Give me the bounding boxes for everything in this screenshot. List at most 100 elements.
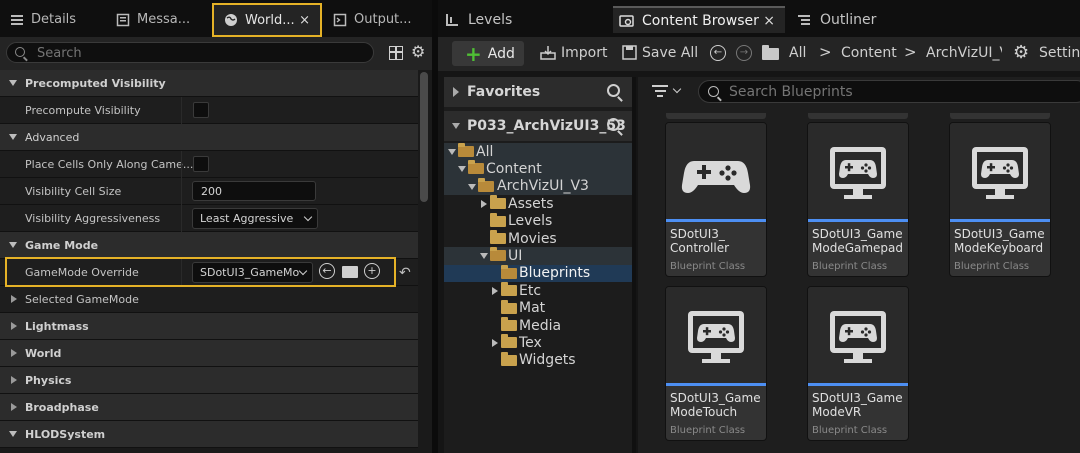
forward-icon[interactable]: →	[736, 45, 752, 61]
place-cells-checkbox[interactable]	[193, 156, 209, 172]
monitor-gamepad-icon	[688, 311, 744, 363]
project-label: P033_ArchVizUI3_53	[467, 118, 626, 134]
asset-name: SDotUI3_ Controller	[670, 227, 730, 255]
folder-icon	[501, 299, 517, 314]
tree-item-blueprints[interactable]: Blueprints	[444, 264, 634, 283]
breadcrumb-all[interactable]: All	[789, 45, 806, 61]
add-button[interactable]: + Add	[452, 41, 524, 66]
tree-item-archvizui-v3[interactable]: ArchVizUI_V3	[444, 177, 634, 196]
import-button[interactable]: Import	[561, 45, 607, 61]
asset-tile-gamemode-keyboard[interactable]: SDotUI3_Game ModeKeyboard Blueprint Clas…	[950, 123, 1050, 276]
category-physics[interactable]: Physics	[0, 367, 418, 394]
category-broadphase[interactable]: Broadphase	[0, 394, 418, 421]
asset-thumbnail	[808, 287, 908, 383]
settings-button[interactable]: Settings	[1039, 45, 1080, 61]
tree-label: Blueprints	[519, 265, 591, 282]
details-icon	[11, 14, 23, 25]
tree-item-content[interactable]: Content	[444, 160, 634, 178]
chevron-right-icon	[11, 295, 17, 303]
close-icon[interactable]: ×	[299, 13, 310, 28]
reset-to-default-icon[interactable]: ↶	[399, 265, 411, 281]
search-icon[interactable]	[607, 118, 620, 131]
tab-output-log[interactable]: Output...	[323, 3, 431, 36]
tree-label: Movies	[508, 230, 557, 247]
back-icon[interactable]: ←	[710, 45, 726, 61]
monitor-gamepad-icon	[830, 311, 886, 363]
folder-icon	[501, 282, 517, 297]
tab-label: Output...	[354, 12, 412, 27]
breadcrumb-separator: >	[819, 43, 832, 61]
visibility-cell-size-field[interactable]: 200	[192, 181, 316, 201]
tree-item-all[interactable]: All	[444, 143, 634, 161]
gear-icon[interactable]: ⚙	[411, 44, 427, 60]
search-input[interactable]	[37, 44, 357, 62]
close-icon[interactable]: ×	[763, 13, 775, 29]
favorites-label: Favorites	[467, 84, 541, 100]
save-all-button[interactable]: Save All	[642, 45, 698, 61]
chevron-down-icon[interactable]	[672, 84, 682, 94]
asset-tile-gamemode-touch[interactable]: SDotUI3_Game ModeTouch Blueprint Class	[666, 287, 766, 440]
chevron-down-icon	[448, 149, 456, 155]
tree-label: Assets	[508, 195, 554, 212]
breadcrumb-archvizui[interactable]: ArchVizUI_V	[926, 45, 1002, 61]
category-hlodsystem[interactable]: HLODSystem	[0, 421, 418, 448]
category-game-mode[interactable]: Game Mode	[0, 232, 418, 259]
folder-icon[interactable]	[762, 45, 779, 60]
tab-label: World...	[245, 12, 295, 28]
tab-details[interactable]: Details	[0, 3, 105, 36]
category-label: Broadphase	[25, 400, 99, 414]
tab-outliner[interactable]: Outliner	[790, 6, 950, 33]
asset-tile-gamemode-gamepad[interactable]: SDotUI3_Game ModeGamepad Blueprint Class	[808, 123, 908, 276]
asset-search-input[interactable]	[729, 83, 1069, 101]
asset-class: Blueprint Class	[812, 261, 888, 272]
asset-search-box[interactable]	[698, 80, 1080, 103]
asset-type-bar	[808, 219, 908, 222]
tree-item-media[interactable]: Media	[444, 316, 634, 334]
monitor-gamepad-icon	[972, 147, 1028, 199]
details-search-box[interactable]	[6, 42, 374, 63]
category-lightmass[interactable]: Lightmass	[0, 313, 418, 340]
tree-item-widgets[interactable]: Widgets	[444, 351, 634, 369]
gear-icon[interactable]: ⚙	[1013, 42, 1029, 63]
category-world[interactable]: World	[0, 340, 418, 367]
tab-message-log[interactable]: Messa...	[106, 3, 212, 36]
category-precomputed-visibility[interactable]: Precomputed Visibility	[0, 70, 418, 97]
asset-tile-gamemode-vr[interactable]: SDotUI3_Game ModeVR Blueprint Class	[808, 287, 908, 440]
save-icon	[622, 45, 637, 60]
category-advanced[interactable]: Advanced	[0, 124, 418, 151]
asset-tile-stub	[666, 113, 766, 119]
tab-levels[interactable]: Levels	[438, 6, 608, 33]
tree-item-assets[interactable]: Assets	[444, 195, 634, 212]
tree-item-mat[interactable]: Mat	[444, 299, 634, 317]
property-label: Precompute Visibility	[25, 103, 141, 117]
asset-class: Blueprint Class	[670, 425, 746, 436]
category-selected-gamemode[interactable]: Selected GameMode	[0, 286, 418, 313]
asset-tile-controller[interactable]: SDotUI3_ Controller Blueprint Class	[666, 123, 766, 276]
tree-label: Content	[486, 161, 542, 178]
tab-content-browser[interactable]: Content Browser ×	[613, 6, 785, 33]
tree-item-ui[interactable]: UI	[444, 247, 634, 265]
search-icon[interactable]	[607, 84, 620, 97]
tree-item-levels[interactable]: Levels	[444, 212, 634, 230]
breadcrumb-content[interactable]: Content	[841, 45, 897, 61]
chevron-down-icon	[458, 166, 466, 173]
chevron-down-icon	[9, 431, 17, 437]
details-search-row: ⚙	[0, 37, 432, 70]
precompute-visibility-checkbox[interactable]	[193, 102, 209, 118]
sources-scrollbar[interactable]	[632, 77, 636, 453]
tree-item-tex[interactable]: Tex	[444, 334, 634, 351]
property-matrix-icon[interactable]	[389, 46, 403, 60]
tree-label: Mat	[519, 300, 546, 317]
visibility-aggressiveness-dropdown[interactable]: Least Aggressive	[192, 208, 318, 229]
details-scrollbar[interactable]	[420, 72, 428, 202]
dropdown-value: Least Aggressive	[200, 212, 294, 225]
folder-icon	[490, 195, 506, 210]
favorites-header[interactable]: Favorites	[444, 77, 634, 107]
left-tab-bar: Details Messa... World... × Output...	[0, 0, 432, 37]
content-browser-panel: Levels Content Browser × Outliner + Add …	[438, 0, 1080, 453]
filter-icon[interactable]	[652, 85, 668, 99]
project-header[interactable]: P033_ArchVizUI3_53	[444, 111, 634, 141]
tree-item-etc[interactable]: Etc	[444, 282, 634, 299]
tab-world-settings[interactable]: World... ×	[212, 3, 322, 37]
tree-item-movies[interactable]: Movies	[444, 229, 634, 247]
